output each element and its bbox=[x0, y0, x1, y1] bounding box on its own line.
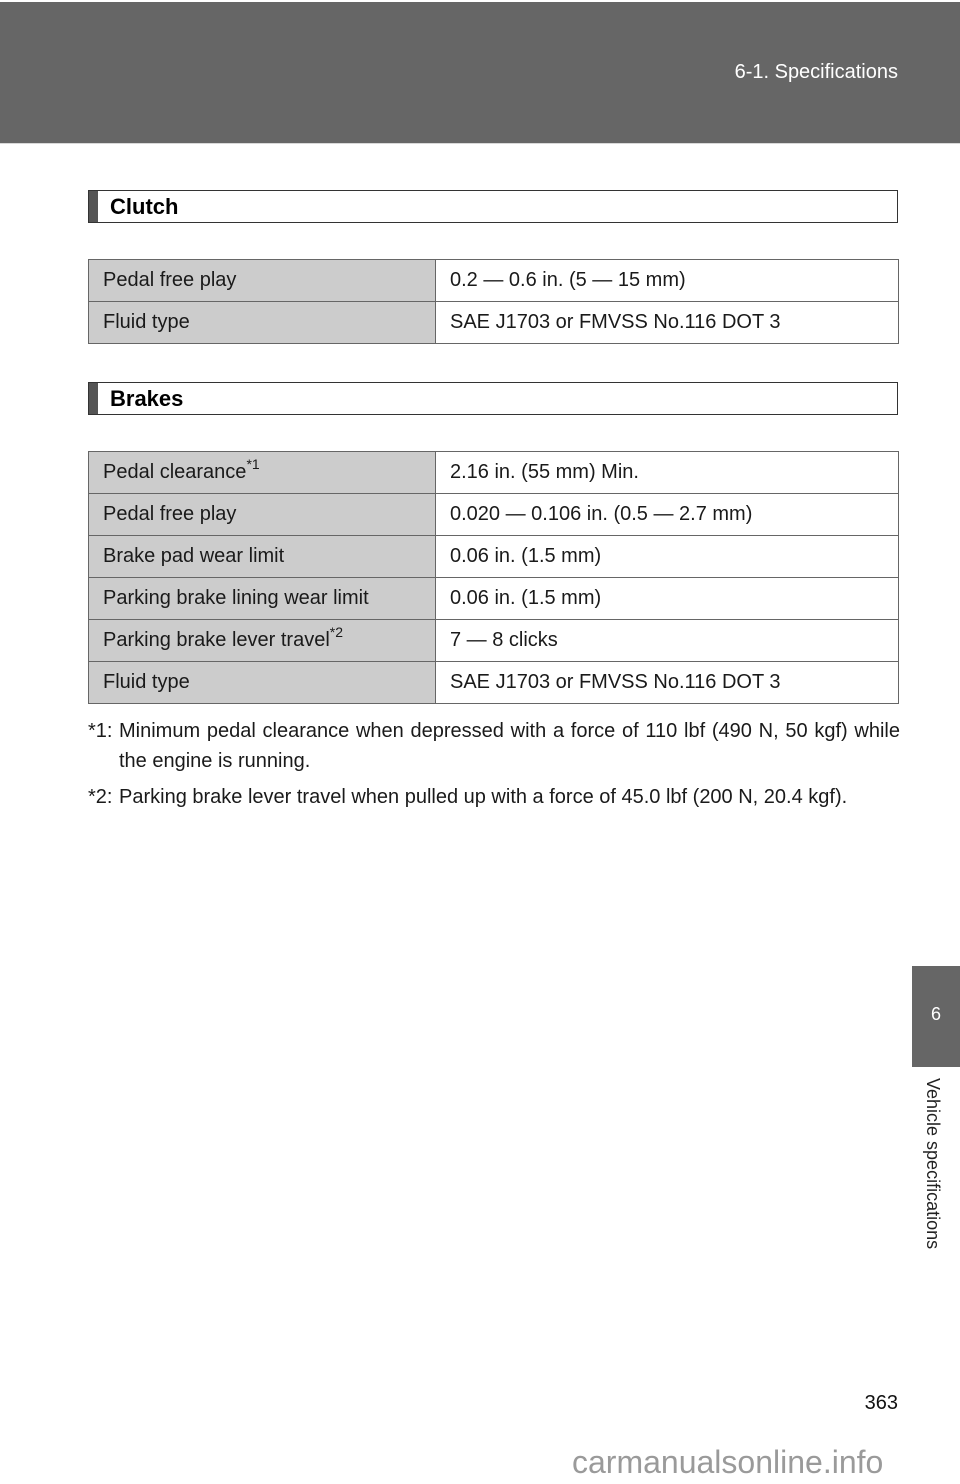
heading-accent-bar bbox=[89, 191, 98, 222]
footnote-mark: *1: bbox=[88, 720, 113, 742]
table-row: Parking brake lining wear limit 0.06 in.… bbox=[88, 577, 899, 620]
spec-value: SAE J1703 or FMVSS No.116 DOT 3 bbox=[435, 301, 899, 344]
footnote: *2: Parking brake lever travel when pull… bbox=[88, 782, 900, 812]
chapter-label: Vehicle specifications bbox=[923, 1078, 943, 1250]
footnote-ref: *2 bbox=[329, 624, 344, 640]
chapter-number: 6 bbox=[930, 1004, 941, 1024]
table-row: Brake pad wear limit 0.06 in. (1.5 mm) bbox=[88, 535, 899, 578]
table-row: Pedal clearance*1 2.16 in. (55 mm) Min. bbox=[88, 451, 899, 494]
spec-value: 0.020 — 0.106 in. (0.5 — 2.7 mm) bbox=[435, 493, 899, 536]
footnote-text: Parking brake lever travel when pulled u… bbox=[119, 786, 848, 808]
footnote-mark: *2: bbox=[88, 786, 113, 808]
spec-label: Pedal free play bbox=[88, 259, 436, 302]
heading-accent-bar bbox=[89, 383, 98, 414]
spec-label: Brake pad wear limit bbox=[88, 535, 436, 578]
clutch-spec-table: Pedal free play 0.2 — 0.6 in. (5 — 15 mm… bbox=[88, 259, 899, 344]
spec-label: Pedal free play bbox=[88, 493, 436, 536]
spec-label: Pedal clearance*1 bbox=[88, 451, 436, 494]
spec-value: 0.06 in. (1.5 mm) bbox=[435, 535, 899, 578]
spec-value: SAE J1703 or FMVSS No.116 DOT 3 bbox=[435, 661, 899, 704]
table-row: Parking brake lever travel*2 7 — 8 click… bbox=[88, 619, 899, 662]
table-row: Fluid type SAE J1703 or FMVSS No.116 DOT… bbox=[88, 661, 899, 704]
spec-value: 0.2 — 0.6 in. (5 — 15 mm) bbox=[435, 259, 899, 302]
footnote: *1: Minimum pedal clearance when depress… bbox=[88, 716, 900, 776]
page-header: 6-1. Specifications bbox=[0, 2, 960, 144]
spec-label-text: Pedal clearance bbox=[103, 461, 247, 483]
watermark: carmanualsonline.info bbox=[572, 1444, 884, 1480]
footnote-text: Minimum pedal clearance when depressed w… bbox=[119, 720, 900, 772]
chapter-tab[interactable]: 6 bbox=[912, 966, 960, 1067]
table-row: Pedal free play 0.020 — 0.106 in. (0.5 —… bbox=[88, 493, 899, 536]
table-row: Pedal free play 0.2 — 0.6 in. (5 — 15 mm… bbox=[88, 259, 899, 302]
brakes-heading: Brakes bbox=[88, 382, 898, 415]
footnotes: *1: Minimum pedal clearance when depress… bbox=[88, 716, 900, 818]
spec-label: Parking brake lever travel*2 bbox=[88, 619, 436, 662]
brakes-heading-label: Brakes bbox=[110, 386, 184, 411]
spec-label: Fluid type bbox=[88, 301, 436, 344]
page-number: 363 bbox=[864, 1392, 898, 1414]
spec-label: Parking brake lining wear limit bbox=[88, 577, 436, 620]
clutch-heading: Clutch bbox=[88, 190, 898, 223]
footnote-ref: *1 bbox=[246, 456, 260, 472]
spec-label: Fluid type bbox=[88, 661, 436, 704]
clutch-heading-label: Clutch bbox=[110, 194, 179, 219]
spec-value: 7 — 8 clicks bbox=[435, 619, 899, 662]
spec-value: 0.06 in. (1.5 mm) bbox=[435, 577, 899, 620]
section-title: 6-1. Specifications bbox=[734, 61, 898, 83]
spec-label-text: Parking brake lever travel bbox=[103, 629, 330, 651]
brakes-spec-table: Pedal clearance*1 2.16 in. (55 mm) Min. … bbox=[88, 451, 899, 704]
table-row: Fluid type SAE J1703 or FMVSS No.116 DOT… bbox=[88, 301, 899, 344]
spec-value: 2.16 in. (55 mm) Min. bbox=[435, 451, 899, 494]
